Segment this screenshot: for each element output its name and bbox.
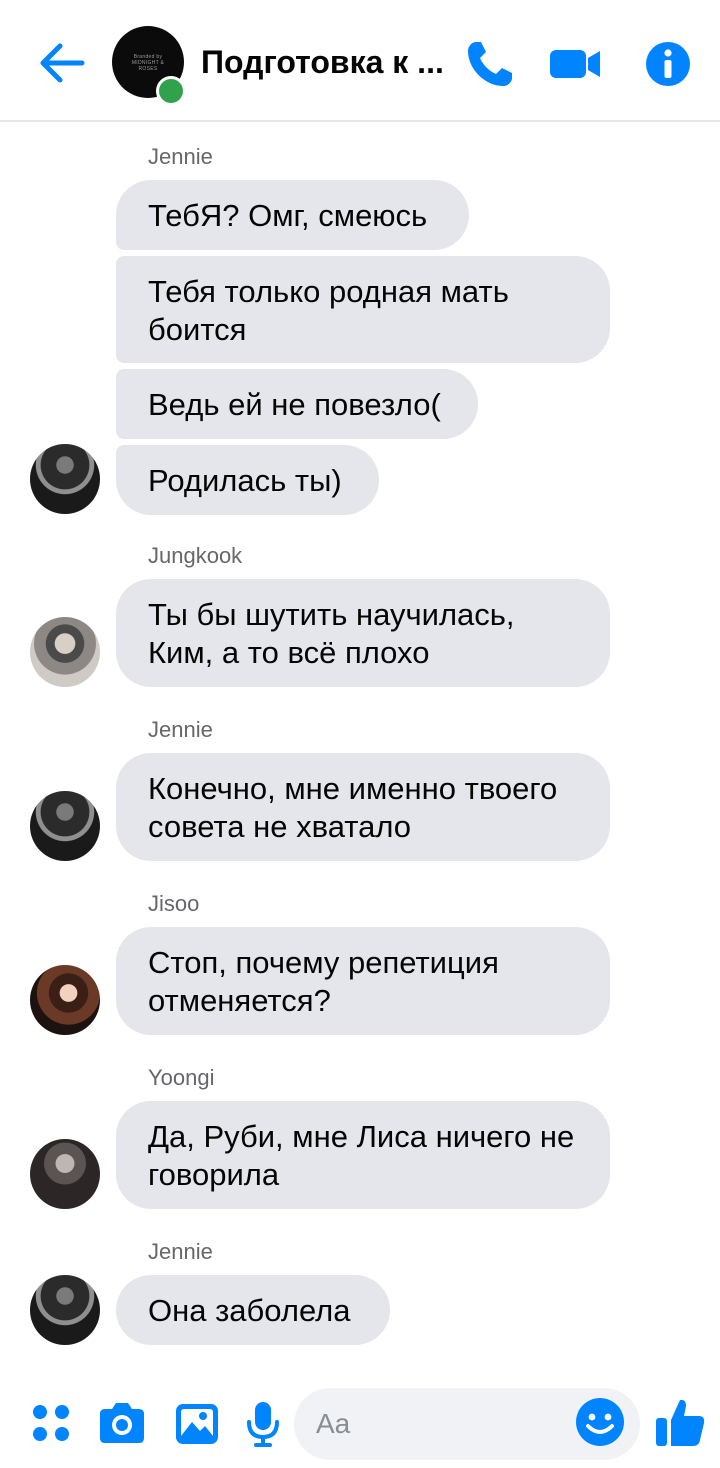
phone-icon: [468, 42, 512, 86]
message-bubble[interactable]: Конечно, мне именно твоего совета не хва…: [116, 753, 610, 861]
info-button[interactable]: [640, 36, 696, 92]
four-dots-icon: [33, 1405, 69, 1441]
avatar-jennie[interactable]: [30, 444, 100, 514]
avatar-jisoo[interactable]: [30, 965, 100, 1035]
smiley-icon: [576, 1398, 624, 1446]
sender-name: Jennie: [148, 1239, 213, 1264]
avatar-yoongi[interactable]: [30, 1139, 100, 1209]
message-bubble[interactable]: Ведь ей не повезло(: [116, 369, 478, 439]
message-bubble[interactable]: Родилась ты): [116, 445, 379, 515]
sender-name: Jennie: [148, 717, 213, 742]
online-status-indicator: [156, 76, 186, 106]
sender-name: Jennie: [148, 144, 213, 169]
gallery-button[interactable]: [172, 1398, 224, 1450]
sender-name: Jisoo: [148, 891, 200, 916]
sender-name: Yoongi: [148, 1065, 215, 1090]
message-bubble[interactable]: Ты бы шутить научилась, Ким, а то всё пл…: [116, 579, 610, 687]
conversation-header: Branded by MIDNIGHT & ROSES Подготовка к…: [0, 0, 720, 122]
like-button[interactable]: [652, 1394, 708, 1450]
conversation-title[interactable]: Подготовка к ...: [201, 42, 456, 82]
more-actions-button[interactable]: [26, 1398, 78, 1450]
message-bubble[interactable]: Да, Руби, мне Лиса ничего не говорила: [116, 1101, 610, 1209]
camera-icon: [100, 1403, 144, 1443]
message-composer: [0, 1380, 720, 1468]
avatar-jennie[interactable]: [30, 1275, 100, 1345]
voice-record-button[interactable]: [238, 1398, 290, 1450]
video-camera-icon: [550, 50, 600, 78]
image-icon: [176, 1404, 218, 1444]
avatar-jennie[interactable]: [30, 791, 100, 861]
message-bubble[interactable]: Тебя только родная мать боится: [116, 256, 610, 363]
voice-call-button[interactable]: [462, 36, 518, 92]
back-button[interactable]: [34, 38, 88, 88]
sender-name: Jungkook: [148, 543, 243, 568]
avatar-logo: Branded by MIDNIGHT & ROSES: [131, 54, 165, 72]
emoji-button[interactable]: [574, 1396, 626, 1448]
message-bubble[interactable]: Стоп, почему репетиция отменяется?: [116, 927, 610, 1035]
arrow-left-icon: [40, 43, 85, 83]
message-bubble[interactable]: Она заболела: [116, 1275, 390, 1345]
message-bubble[interactable]: ТебЯ? Омг, смеюсь: [116, 180, 469, 250]
info-icon: [646, 42, 690, 86]
thumbs-up-icon: [656, 1399, 705, 1446]
microphone-icon: [247, 1402, 279, 1447]
video-call-button[interactable]: [546, 36, 602, 92]
camera-button[interactable]: [96, 1398, 148, 1450]
avatar-jungkook[interactable]: [30, 617, 100, 687]
